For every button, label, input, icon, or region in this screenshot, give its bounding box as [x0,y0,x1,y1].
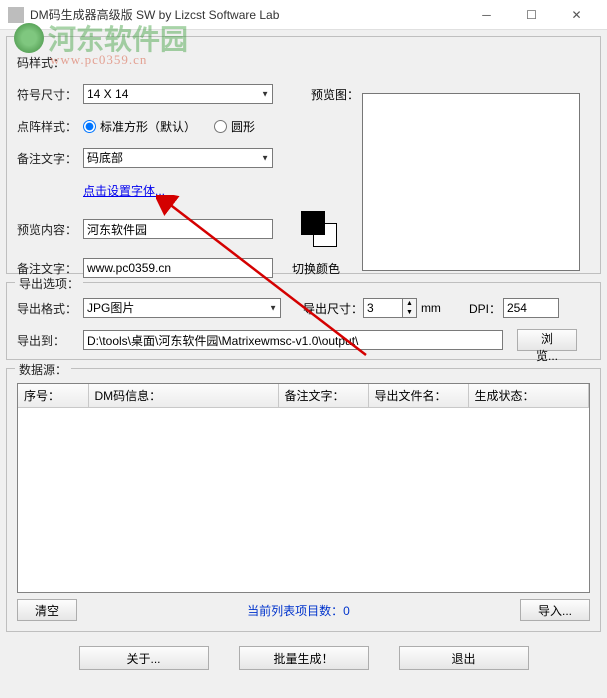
export-path-input[interactable] [83,330,503,350]
symbol-size-label: 符号尺寸： [17,86,83,103]
spinner-up-icon[interactable]: ▲ [403,299,416,308]
export-path-label: 导出到： [17,332,83,349]
pattern-square-radio[interactable]: 标准方形（默认） [83,118,196,135]
window-title: DM码生成器高级版 SW by Lizcst Software Lab [30,6,464,23]
swap-color-label: 切换颜色 [291,260,341,277]
pattern-label: 点阵样式： [17,118,83,135]
symbol-size-select[interactable]: 14 X 14 [83,84,273,104]
remark-pos-label: 备注文字： [17,150,83,167]
app-icon [8,7,24,23]
spinner-down-icon[interactable]: ▼ [403,308,416,317]
col-remark[interactable]: 备注文字： [278,384,368,408]
remark-text-label: 备注文字： [17,260,83,277]
font-link[interactable]: 点击设置字体... [83,182,165,199]
import-button[interactable]: 导入... [520,599,590,621]
browse-button[interactable]: 浏览... [517,329,577,351]
list-count-status: 当前列表项目数：0 [85,602,512,619]
preview-content-input[interactable] [83,219,273,239]
titlebar: DM码生成器高级版 SW by Lizcst Software Lab ─ ☐ … [0,0,607,30]
data-source-group: 数据源： 序号： DM码信息： 备注文字： 导出文件名： 生成状态： 清空 当前… [6,368,601,632]
dpi-input[interactable] [503,298,559,318]
size-unit-label: mm [421,301,441,315]
preview-content-label: 预览内容： [17,221,83,238]
settings-group: 码样式： 符号尺寸： 14 X 14 预览图： 点阵样式： 标准方形（默认） 圆… [6,36,601,274]
remark-text-input[interactable] [83,258,273,278]
exit-button[interactable]: 退出 [399,646,529,670]
pattern-round-radio[interactable]: 圆形 [214,118,255,135]
col-filename[interactable]: 导出文件名： [368,384,468,408]
close-button[interactable]: ✕ [554,1,599,29]
batch-generate-button[interactable]: 批量生成！ [239,646,369,670]
col-status[interactable]: 生成状态： [468,384,589,408]
data-table[interactable]: 序号： DM码信息： 备注文字： 导出文件名： 生成状态： [17,383,590,593]
clear-button[interactable]: 清空 [17,599,77,621]
foreground-color-icon [301,211,325,235]
minimize-button[interactable]: ─ [464,1,509,29]
maximize-button[interactable]: ☐ [509,1,554,29]
dpi-label: DPI： [469,300,503,317]
export-group-title: 导出选项： [15,275,83,292]
preview-label: 预览图： [311,86,359,103]
col-index[interactable]: 序号： [18,384,88,408]
export-size-label: 导出尺寸： [303,300,363,317]
export-size-spinner[interactable]: ▲▼ [363,298,417,318]
col-dm-info[interactable]: DM码信息： [88,384,278,408]
code-style-label: 码样式： [17,54,83,71]
export-format-select[interactable]: JPG图片 [83,298,281,318]
data-group-title: 数据源： [15,361,71,378]
about-button[interactable]: 关于... [79,646,209,670]
export-format-label: 导出格式： [17,300,83,317]
remark-pos-select[interactable]: 码底部 [83,148,273,168]
preview-panel [362,93,580,271]
export-group: 导出选项： 导出格式： JPG图片 导出尺寸： ▲▼ mm DPI： 导出到： … [6,282,601,360]
color-swap-button[interactable] [301,211,337,247]
